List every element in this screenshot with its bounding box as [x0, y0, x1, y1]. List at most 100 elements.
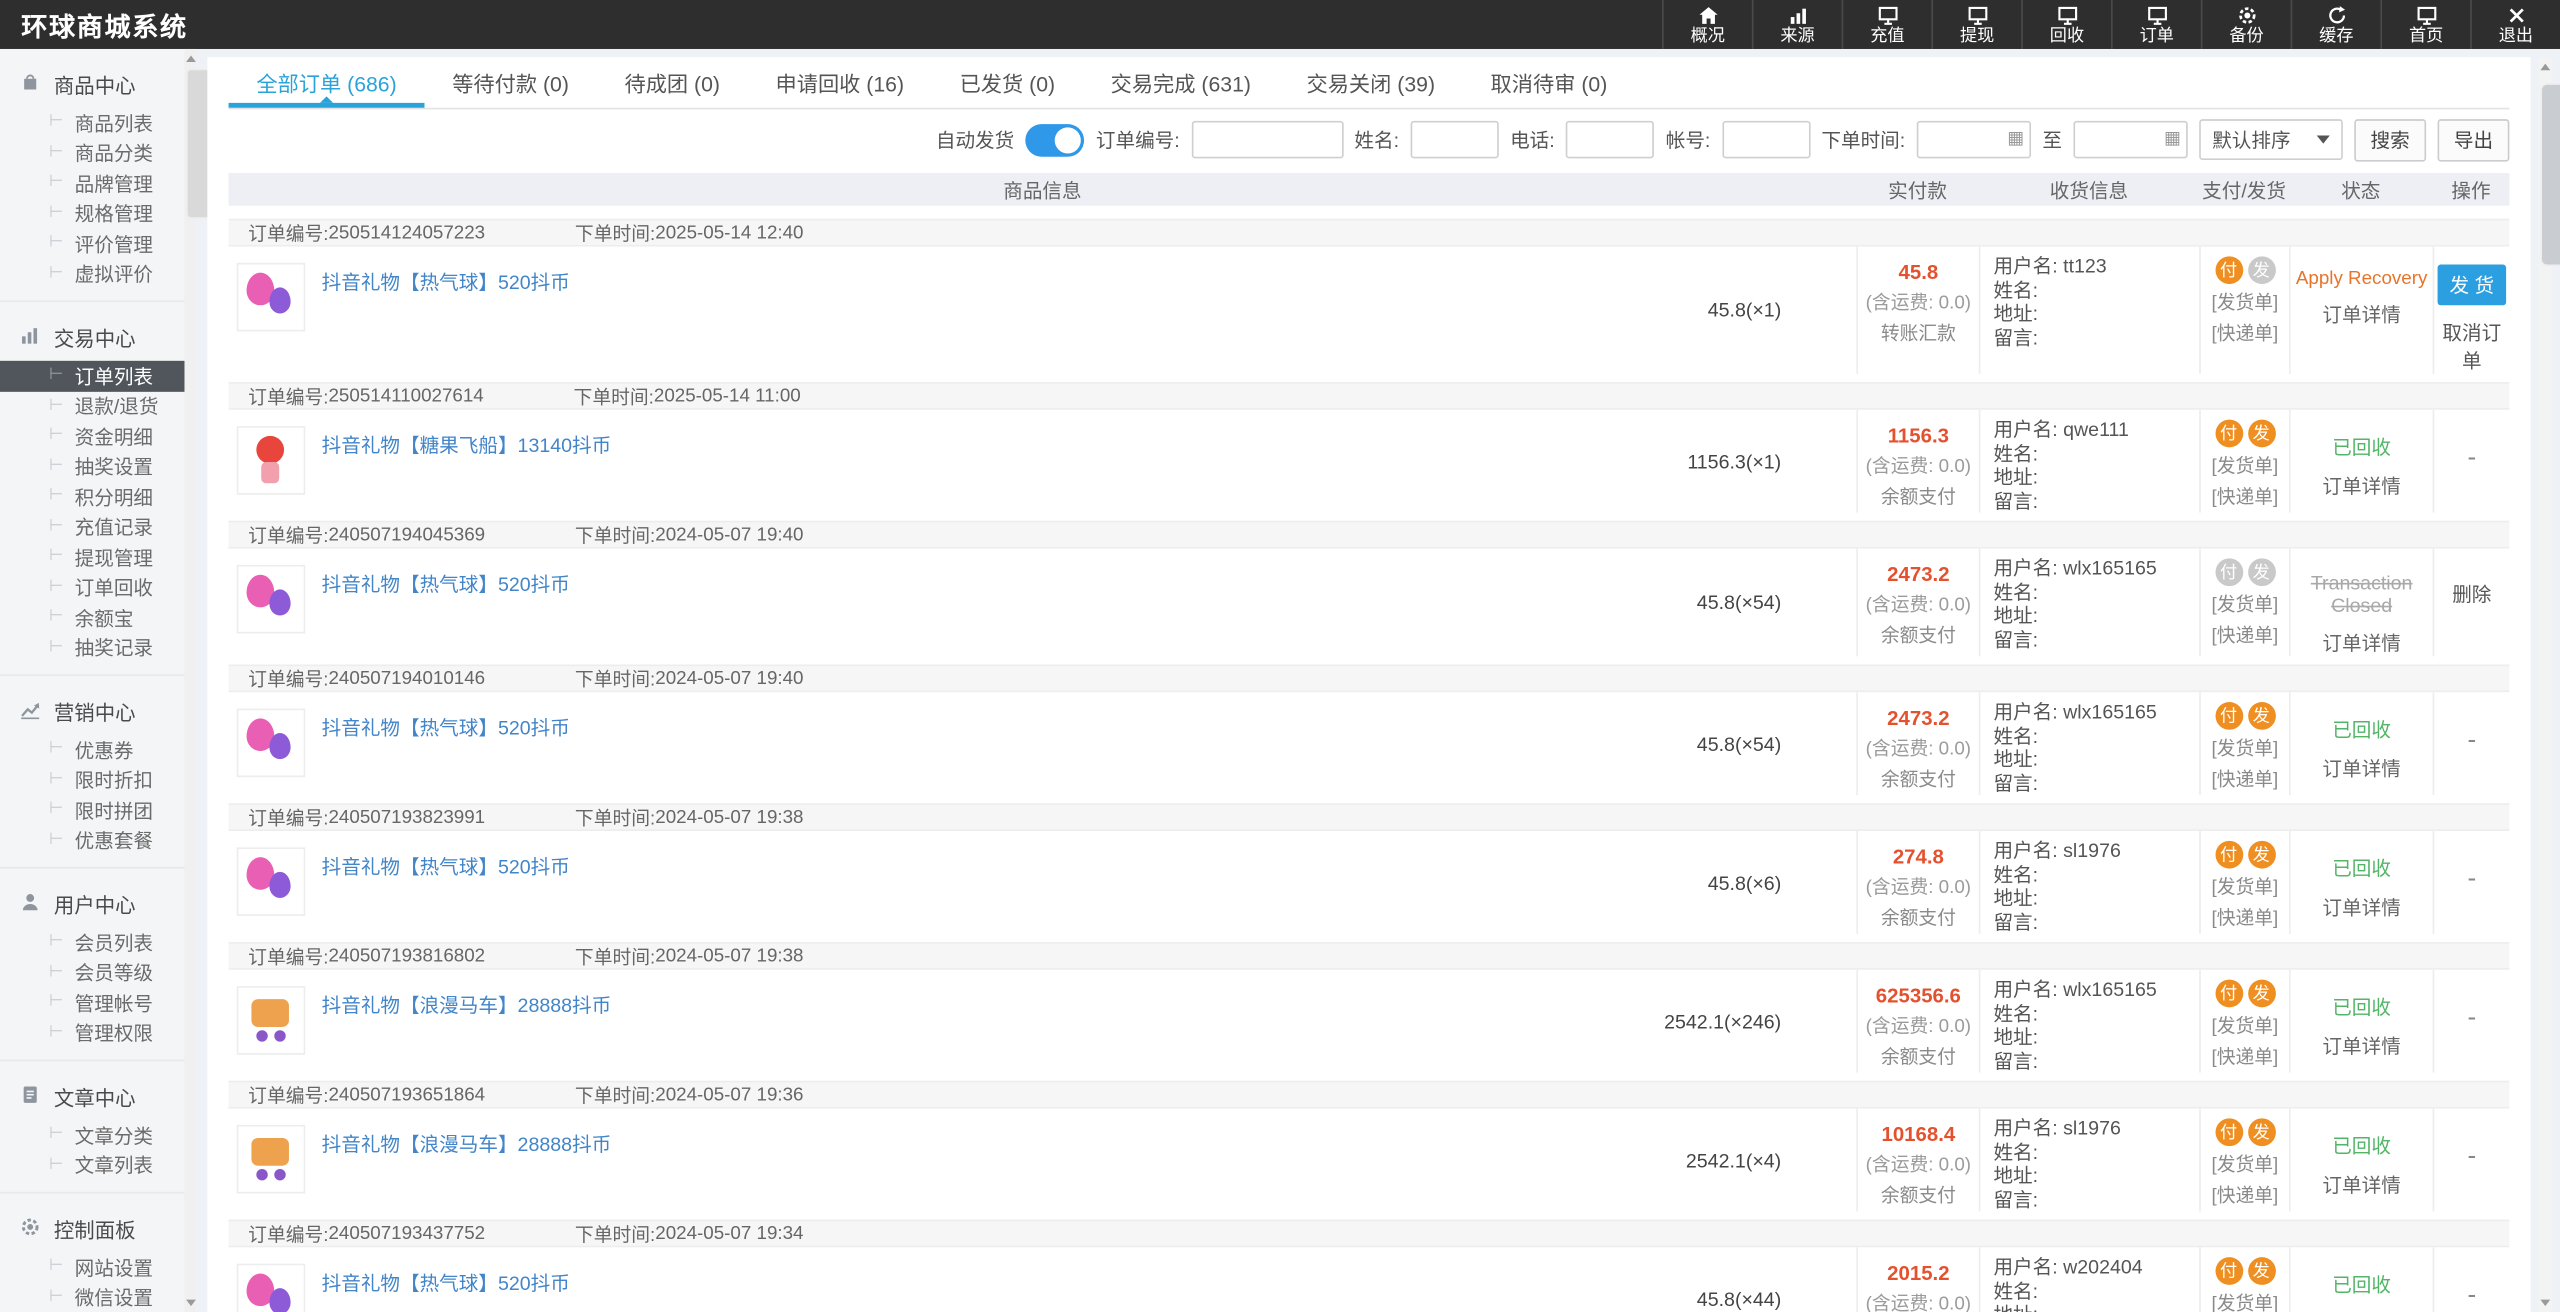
topnav-cache[interactable]: 缓存	[2291, 0, 2381, 49]
order-detail-link[interactable]: 订单详情	[2291, 1171, 2433, 1199]
export-button[interactable]: 导出	[2438, 118, 2510, 160]
delivery-slip-link[interactable]: [发货单]	[2201, 452, 2289, 478]
start-date-input[interactable]: ▦	[1917, 121, 2031, 159]
topnav-logout[interactable]: 退出	[2470, 0, 2560, 49]
sidebar-section-header-trade[interactable]: 交易中心	[0, 315, 184, 361]
sidebar-item[interactable]: ⊢ 管理帐号	[0, 988, 184, 1018]
sidebar-item[interactable]: ⊢ 文章列表	[0, 1150, 184, 1180]
auto-ship-toggle[interactable]	[1026, 123, 1085, 156]
sidebar-item[interactable]: ⊢ 管理权限	[0, 1018, 184, 1048]
sidebar-item[interactable]: ⊢ 网站设置	[0, 1252, 184, 1282]
sidebar-item[interactable]: ⊢ 抽奖设置	[0, 451, 184, 481]
product-title-link[interactable]: 抖音礼物【糖果飞船】13140抖币	[322, 431, 612, 513]
sidebar-item[interactable]: ⊢ 微信设置	[0, 1282, 184, 1312]
sidebar-item[interactable]: ⊢ 退款/退货	[0, 391, 184, 421]
order-tab[interactable]: 申请回收 (16)	[748, 57, 932, 108]
sort-select[interactable]: 默认排序	[2199, 119, 2343, 160]
product-title-link[interactable]: 抖音礼物【热气球】520抖币	[322, 268, 570, 374]
sidebar-section-header-goods[interactable]: 商品中心	[0, 62, 184, 108]
sidebar-item[interactable]: ⊢ 品牌管理	[0, 168, 184, 198]
search-button[interactable]: 搜索	[2354, 118, 2426, 160]
sidebar-item[interactable]: ⊢ 商品分类	[0, 138, 184, 168]
sidebar-section-header-article[interactable]: 文章中心	[0, 1074, 184, 1120]
express-slip-link[interactable]: [快递单]	[2201, 1043, 2289, 1069]
sidebar-item[interactable]: ⊢ 资金明细	[0, 421, 184, 451]
order-no-input[interactable]	[1191, 121, 1343, 159]
product-title-link[interactable]: 抖音礼物【浪漫马车】28888抖币	[322, 991, 612, 1073]
topnav-homepage[interactable]: 首页	[2380, 0, 2470, 49]
express-slip-link[interactable]: [快递单]	[2201, 1182, 2289, 1208]
topnav-withdraw[interactable]: 提现	[1931, 0, 2021, 49]
delivery-slip-link[interactable]: [发货单]	[2201, 1290, 2289, 1312]
delete-link[interactable]: 删除	[2434, 580, 2509, 608]
sidebar-item[interactable]: ⊢ 订单列表	[0, 361, 184, 391]
express-slip-link[interactable]: [快递单]	[2201, 622, 2289, 648]
express-slip-link[interactable]: [快递单]	[2201, 766, 2289, 792]
phone-input[interactable]	[1566, 121, 1654, 159]
sidebar-item[interactable]: ⊢ 会员列表	[0, 927, 184, 957]
sidebar-item[interactable]: ⊢ 限时拼团	[0, 795, 184, 825]
sidebar-item[interactable]: ⊢ 抽奖记录	[0, 633, 184, 663]
sidebar-item[interactable]: ⊢ 积分明细	[0, 482, 184, 512]
order-tab[interactable]: 交易完成 (631)	[1083, 57, 1279, 108]
sidebar-section-header-panel[interactable]: 控制面板	[0, 1207, 184, 1253]
topnav-source[interactable]: 来源	[1752, 0, 1842, 49]
order-tab[interactable]: 全部订单 (686)	[229, 57, 425, 108]
cancel-order-link[interactable]: 取消订单	[2434, 318, 2509, 374]
sidebar-item[interactable]: ⊢ 虚拟评价	[0, 259, 184, 289]
sidebar-item[interactable]: ⊢ 商品列表	[0, 108, 184, 138]
account-input[interactable]	[1722, 121, 1810, 159]
order-detail-link[interactable]: 订单详情	[2291, 893, 2433, 921]
order-tab[interactable]: 取消待审 (0)	[1463, 57, 1635, 108]
order-tab[interactable]: 已发货 (0)	[932, 57, 1083, 108]
product-title-link[interactable]: 抖音礼物【热气球】520抖币	[322, 713, 570, 795]
name-input[interactable]	[1410, 121, 1498, 159]
delivery-slip-link[interactable]: [发货单]	[2201, 735, 2289, 761]
order-detail-link[interactable]: 订单详情	[2291, 754, 2433, 782]
scroll-down-icon[interactable]	[185, 1299, 195, 1306]
sidebar-item[interactable]: ⊢ 充值记录	[0, 512, 184, 542]
ship-button[interactable]: 发 货	[2438, 264, 2506, 305]
order-tab[interactable]: 交易关闭 (39)	[1279, 57, 1463, 108]
order-detail-link[interactable]: 订单详情	[2291, 472, 2433, 500]
delivery-slip-link[interactable]: [发货单]	[2201, 289, 2289, 315]
sidebar-item[interactable]: ⊢ 优惠套餐	[0, 825, 184, 855]
sidebar-section-header-marketing[interactable]: 营销中心	[0, 689, 184, 735]
sidebar-section-header-user[interactable]: 用户中心	[0, 882, 184, 928]
product-title-link[interactable]: 抖音礼物【浪漫马车】28888抖币	[322, 1130, 612, 1212]
topnav-backup[interactable]: 备份	[2201, 0, 2291, 49]
order-tab[interactable]: 等待付款 (0)	[424, 57, 596, 108]
main-scrollbar[interactable]	[2539, 57, 2552, 1312]
product-title-link[interactable]: 抖音礼物【热气球】520抖币	[322, 570, 570, 657]
sidebar-item[interactable]: ⊢ 优惠券	[0, 735, 184, 765]
delivery-slip-link[interactable]: [发货单]	[2201, 1151, 2289, 1177]
sidebar-item[interactable]: ⊢ 会员等级	[0, 958, 184, 988]
order-detail-link[interactable]: 订单详情	[2291, 300, 2433, 328]
topnav-orders[interactable]: 订单	[2111, 0, 2201, 49]
delivery-slip-link[interactable]: [发货单]	[2201, 1012, 2289, 1038]
sidebar-item[interactable]: ⊢ 余额宝	[0, 602, 184, 632]
end-date-input[interactable]: ▦	[2073, 121, 2187, 159]
sidebar-scrollbar[interactable]	[184, 49, 195, 1312]
scroll-up-icon[interactable]	[2540, 64, 2550, 71]
order-detail-link[interactable]: 订单详情	[2291, 629, 2433, 657]
product-title-link[interactable]: 抖音礼物【热气球】520抖币	[322, 852, 570, 934]
order-tab[interactable]: 待成团 (0)	[597, 57, 748, 108]
topnav-recovery[interactable]: 回收	[2021, 0, 2111, 49]
sidebar-item[interactable]: ⊢ 限时折扣	[0, 765, 184, 795]
express-slip-link[interactable]: [快递单]	[2201, 320, 2289, 346]
scrollbar-thumb[interactable]	[2540, 83, 2560, 266]
scroll-up-icon[interactable]	[185, 56, 195, 63]
topnav-recharge[interactable]: 充值	[1842, 0, 1932, 49]
delivery-slip-link[interactable]: [发货单]	[2201, 591, 2289, 617]
sidebar-item[interactable]: ⊢ 订单回收	[0, 572, 184, 602]
sidebar-item[interactable]: ⊢ 文章分类	[0, 1120, 184, 1150]
express-slip-link[interactable]: [快递单]	[2201, 483, 2289, 509]
sidebar-item[interactable]: ⊢ 评价管理	[0, 229, 184, 259]
scroll-down-icon[interactable]	[2540, 1299, 2550, 1306]
express-slip-link[interactable]: [快递单]	[2201, 904, 2289, 930]
sidebar-item[interactable]: ⊢ 规格管理	[0, 198, 184, 228]
delivery-slip-link[interactable]: [发货单]	[2201, 873, 2289, 899]
sidebar-item[interactable]: ⊢ 提现管理	[0, 542, 184, 572]
product-title-link[interactable]: 抖音礼物【热气球】520抖币	[322, 1269, 570, 1312]
